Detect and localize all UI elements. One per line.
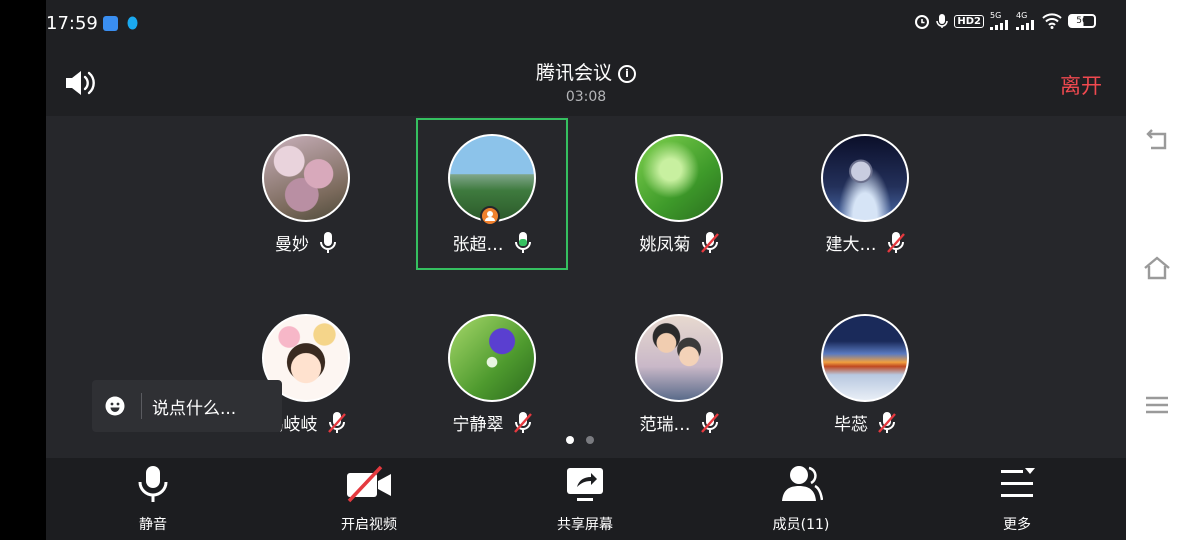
avatar: [821, 134, 909, 222]
participant-name: 宁静翠: [452, 415, 504, 435]
participant-name-row: 张超…: [418, 230, 566, 255]
network-5g-label: 5G: [990, 11, 1002, 20]
system-nav-bar: [1126, 0, 1188, 540]
microphone-icon: [138, 466, 168, 502]
chat-divider: [141, 393, 142, 419]
battery-level: 56: [1076, 16, 1088, 26]
mic-muted-icon: [513, 411, 532, 433]
participant-tile[interactable]: 毕蕊: [789, 298, 941, 450]
app-notification-icon: [103, 16, 118, 31]
members-label: 成员(11): [772, 517, 830, 533]
participant-name: 曼妙: [275, 235, 309, 255]
chat-input[interactable]: 说点什么...: [92, 380, 282, 432]
page-dot-active[interactable]: [566, 436, 574, 444]
back-icon[interactable]: [1142, 126, 1172, 156]
participant-tile-active[interactable]: 张超…: [416, 118, 568, 270]
mic-status-icon: [936, 13, 949, 29]
qq-icon: [125, 16, 140, 31]
info-icon[interactable]: i: [618, 65, 636, 83]
wifi-icon: [1042, 13, 1062, 29]
avatar: [635, 314, 723, 402]
status-indicators: HD2 5G 4G 56: [914, 12, 1096, 30]
signal-5g-icon: 5G: [990, 12, 1010, 30]
mute-button[interactable]: 静音: [93, 458, 213, 540]
meeting-title-row: 腾讯会议 i: [46, 58, 1126, 85]
meeting-screen: 17:59 HD2 5G 4G 56 腾讯会议 i 03:08 离开 曼妙 张超…: [46, 0, 1126, 540]
participant-tile[interactable]: 范瑞…: [603, 298, 755, 450]
share-screen-button[interactable]: 共享屏幕: [525, 458, 645, 540]
participant-name: 建大…: [825, 235, 877, 255]
signal-4g-icon: 4G: [1016, 12, 1036, 30]
more-button[interactable]: 更多: [957, 458, 1077, 540]
participant-name: 毕蕊: [834, 415, 868, 435]
members-button[interactable]: 成员(11): [741, 458, 861, 540]
alarm-icon: [914, 13, 930, 29]
avatar: [262, 134, 350, 222]
mic-muted-icon: [886, 231, 905, 253]
bottom-toolbar: 静音 开启视频 共享屏幕 成员(11) 更多: [46, 458, 1126, 540]
participant-tile[interactable]: 宁静翠: [416, 298, 568, 450]
page-dot[interactable]: [586, 436, 594, 444]
battery-icon: 56: [1068, 14, 1096, 28]
share-screen-icon: [567, 468, 603, 501]
avatar: [448, 314, 536, 402]
home-icon[interactable]: [1142, 253, 1172, 283]
mute-label: 静音: [139, 517, 167, 533]
participant-name-row: 曼妙: [230, 230, 382, 255]
participant-name-row: 建大…: [789, 230, 941, 255]
start-video-button[interactable]: 开启视频: [309, 458, 429, 540]
meeting-title: 腾讯会议: [535, 62, 612, 84]
hd-voice-icon: HD2: [954, 14, 984, 28]
leave-button[interactable]: 离开: [1060, 70, 1102, 100]
menu-icon[interactable]: [1142, 390, 1172, 420]
page-indicator: [566, 436, 594, 444]
mic-muted-icon: [327, 411, 346, 433]
emoji-icon[interactable]: [105, 396, 125, 416]
meeting-header: 腾讯会议 i 03:08 离开: [46, 48, 1126, 116]
mic-muted-icon: [700, 231, 719, 253]
mic-speaking-icon: [514, 231, 531, 253]
members-icon: [782, 466, 823, 501]
participant-tile[interactable]: 姚凤菊: [603, 118, 755, 270]
chat-placeholder: 说点什么...: [152, 398, 237, 419]
host-badge-icon: [480, 206, 500, 226]
status-time: 17:59: [46, 13, 98, 34]
mic-icon: [320, 231, 336, 253]
participant-name-row: 宁静翠: [416, 410, 568, 435]
meeting-timer: 03:08: [565, 89, 607, 105]
video-off-icon: [347, 465, 391, 503]
participant-grid: 曼妙 张超… 姚凤菊 建大… 鸣岐岐 宁静翠 范瑞… 毕蕊 说点什么...: [46, 116, 1126, 458]
participant-tile[interactable]: 曼妙: [230, 118, 382, 270]
mic-muted-icon: [700, 411, 719, 433]
network-4g-label: 4G: [1016, 11, 1028, 20]
participant-name-row: 姚凤菊: [603, 230, 755, 255]
participant-name: 姚凤菊: [639, 235, 691, 255]
participant-name-row: 毕蕊: [789, 410, 941, 435]
avatar: [821, 314, 909, 402]
participant-name: 范瑞…: [639, 415, 691, 435]
more-label: 更多: [1003, 517, 1031, 533]
share-screen-label: 共享屏幕: [557, 517, 613, 533]
participant-name-row: 范瑞…: [603, 410, 755, 435]
participant-tile[interactable]: 建大…: [789, 118, 941, 270]
more-menu-icon: [1001, 468, 1035, 497]
participant-name: 张超…: [452, 235, 504, 255]
start-video-label: 开启视频: [341, 517, 397, 533]
status-bar: 17:59 HD2 5G 4G 56: [46, 0, 1126, 48]
avatar: [635, 134, 723, 222]
mic-muted-icon: [878, 411, 896, 433]
